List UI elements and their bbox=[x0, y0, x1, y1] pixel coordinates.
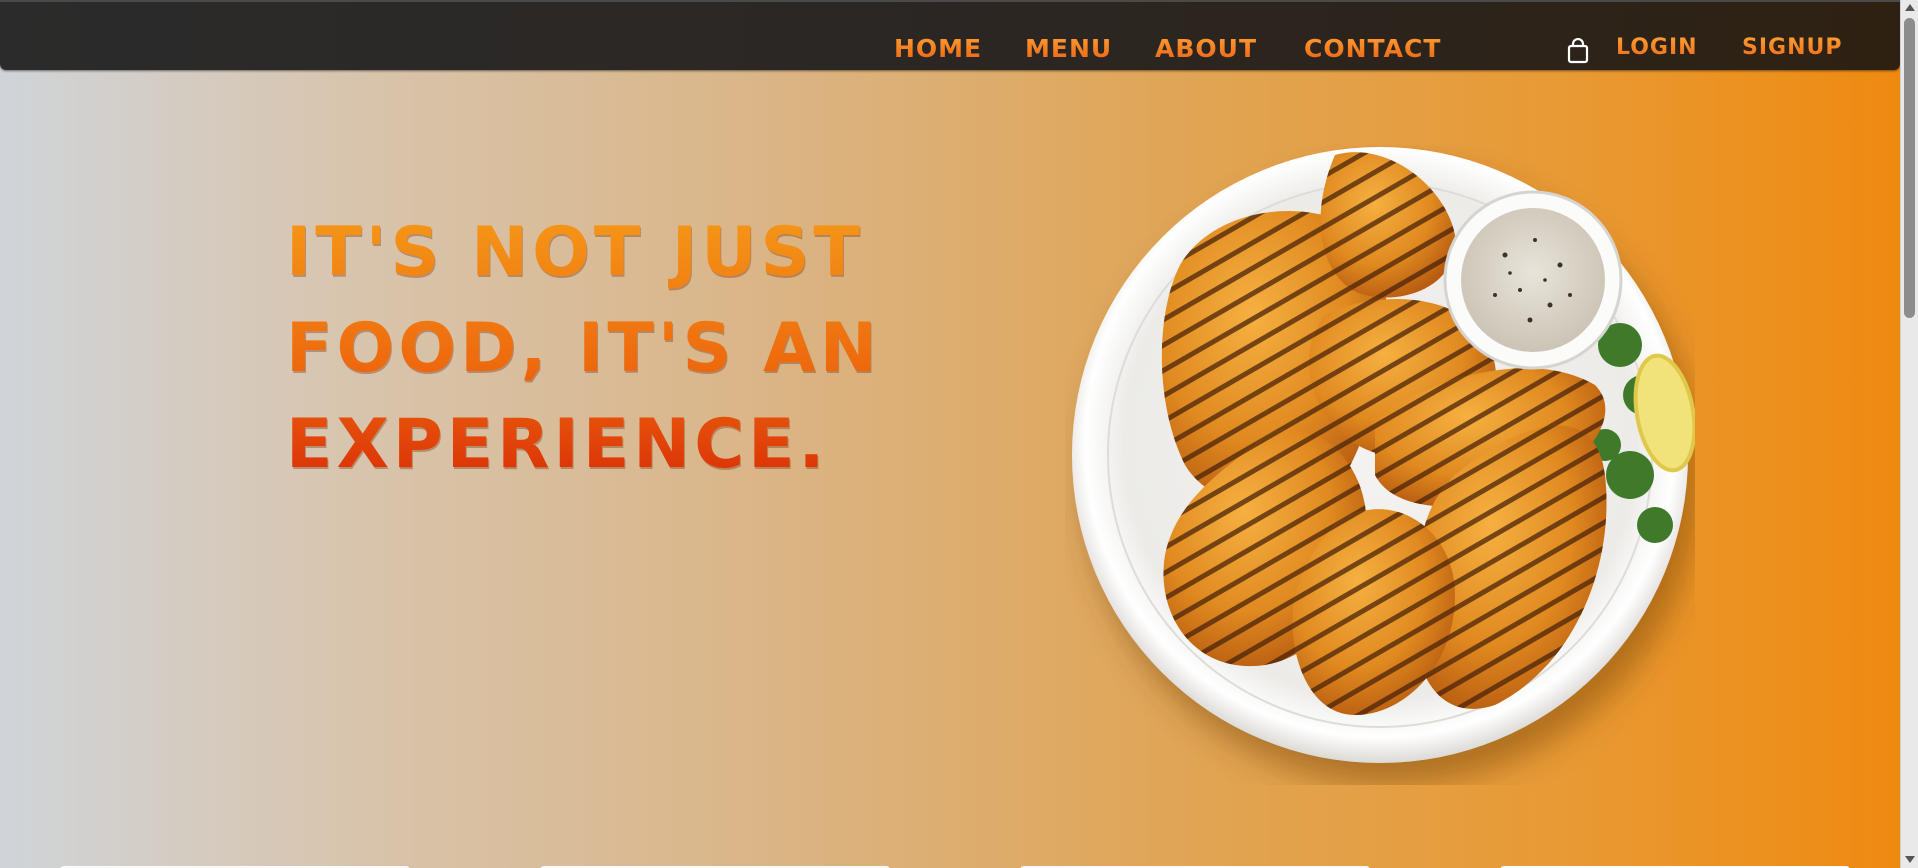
scroll-down-arrow-icon[interactable] bbox=[1905, 856, 1915, 863]
nav-menu-link[interactable]: MENU bbox=[1025, 34, 1112, 66]
nav-login-link[interactable]: LOGIN bbox=[1616, 35, 1698, 67]
nav-about-link[interactable]: ABOUT bbox=[1155, 34, 1257, 66]
vertical-scrollbar[interactable] bbox=[1900, 0, 1918, 868]
hero-title-line1: IT'S NOT JUST bbox=[286, 213, 864, 292]
top-navbar: HOME MENU ABOUT CONTACT LOGIN SIGNUP bbox=[0, 0, 1900, 70]
nav-home-link[interactable]: HOME bbox=[894, 34, 982, 66]
plate-of-grilled-chicken-icon bbox=[1065, 145, 1697, 785]
page-background: HOME MENU ABOUT CONTACT LOGIN SIGNUP IT'… bbox=[0, 0, 1900, 868]
hero-title: IT'S NOT JUST FOOD, IT'S AN EXPERIENCE. bbox=[286, 205, 906, 493]
scrollbar-thumb[interactable] bbox=[1904, 18, 1915, 318]
scroll-up-arrow-icon[interactable] bbox=[1905, 4, 1915, 11]
nav-contact-link[interactable]: CONTACT bbox=[1304, 34, 1441, 66]
bottom-cards-row bbox=[0, 860, 1900, 868]
shopping-bag-icon[interactable] bbox=[1567, 37, 1589, 64]
hero-title-line3: EXPERIENCE. bbox=[286, 405, 829, 484]
hero-title-line2: FOOD, IT'S AN bbox=[286, 309, 881, 388]
nav-signup-link[interactable]: SIGNUP bbox=[1742, 35, 1843, 67]
